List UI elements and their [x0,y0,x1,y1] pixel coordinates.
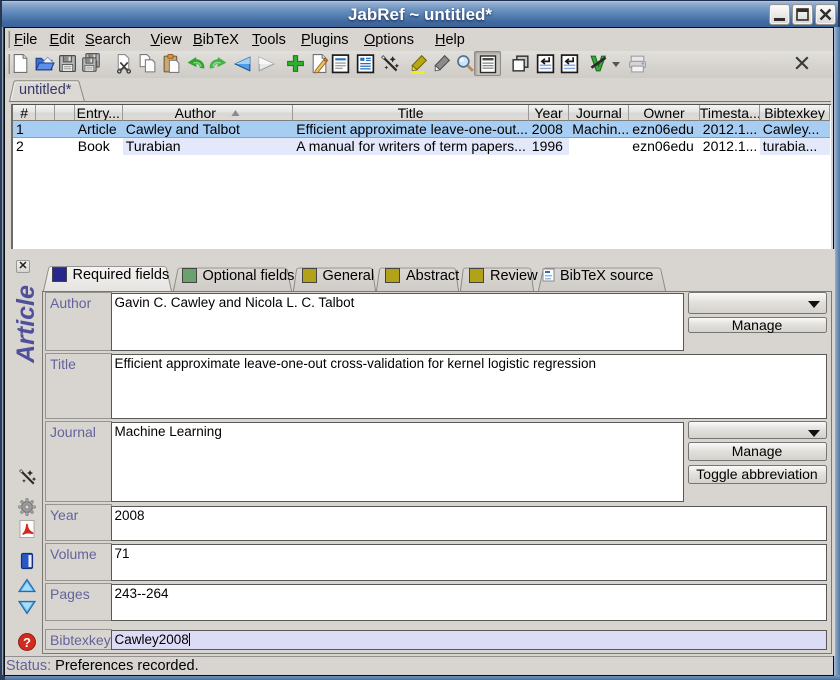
svg-text:?: ? [23,635,31,650]
